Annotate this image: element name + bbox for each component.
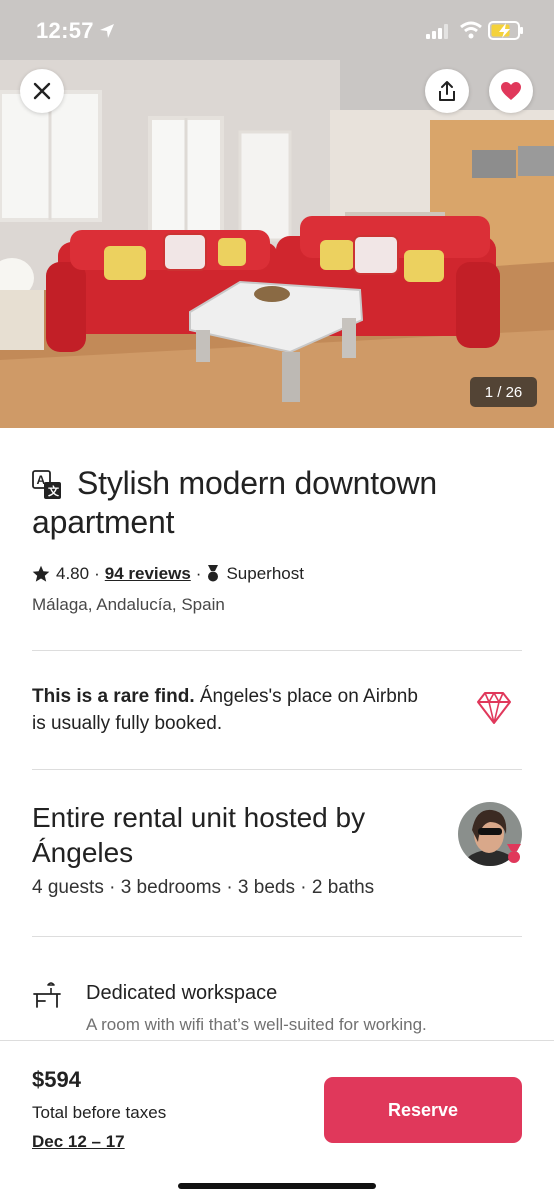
total-price: $594	[32, 1067, 81, 1092]
divider	[32, 769, 522, 770]
cellular-signal-icon	[426, 24, 448, 39]
photo-counter: 1 / 26	[470, 377, 537, 407]
reserve-button[interactable]: Reserve	[324, 1077, 522, 1143]
diamond-icon	[477, 692, 511, 724]
share-button[interactable]	[425, 69, 469, 113]
separator-dot: ·	[94, 564, 100, 583]
translate-icon[interactable]: A 文	[32, 470, 62, 500]
favorite-button[interactable]	[489, 69, 533, 113]
rating-value: 4.80	[56, 564, 90, 583]
workspace-desk-icon	[33, 982, 61, 1008]
close-button[interactable]	[20, 69, 64, 113]
status-time: 12:57	[36, 18, 94, 43]
divider	[32, 936, 522, 937]
star-icon	[32, 565, 50, 582]
heart-icon	[501, 82, 521, 100]
reviews-link[interactable]: 94 reviews	[105, 564, 191, 584]
close-icon	[33, 82, 51, 100]
battery-charging-icon	[488, 21, 523, 40]
wifi-icon	[460, 21, 482, 39]
amenity-description: A room with wifi that’s well-suited for …	[86, 1015, 427, 1034]
superhost-medal-icon	[208, 565, 219, 582]
location-arrow-icon	[100, 24, 114, 38]
booking-footer: $594 Total before taxes Dec 12 – 17 Rese…	[0, 1040, 554, 1200]
divider	[32, 650, 522, 651]
listing-photo[interactable]: 12:57 1 / 26	[0, 0, 554, 428]
status-bar: 12:57	[0, 0, 554, 60]
rare-find-heading: This is a rare find.	[32, 686, 195, 707]
rare-find-notice: This is a rare find. Ángeles's place on …	[32, 683, 432, 737]
hosted-by-title: Entire rental unit hosted by Ángeles	[32, 802, 366, 868]
listing-meta: 4.80 · 94 reviews · Superhost	[32, 564, 304, 584]
share-icon	[439, 81, 455, 101]
date-range-link[interactable]: Dec 12 – 17	[32, 1132, 125, 1152]
listing-capacity: 4 guests · 3 bedrooms · 3 beds · 2 baths	[32, 877, 375, 898]
amenity-title: Dedicated workspace	[86, 982, 278, 1004]
price-note: Total before taxes	[32, 1103, 167, 1122]
superhost-badge-icon	[507, 844, 521, 863]
living-room-photo	[0, 0, 554, 428]
listing-location[interactable]: Málaga, Andalucía, Spain	[32, 595, 225, 615]
superhost-label: Superhost	[226, 564, 304, 583]
separator-dot: ·	[195, 564, 202, 583]
title-block: A 文 Stylish modern downtown apartment	[32, 464, 522, 542]
listing-title: Stylish modern downtown apartment	[32, 465, 438, 540]
svg-text:文: 文	[48, 484, 60, 498]
home-indicator[interactable]	[178, 1183, 376, 1189]
